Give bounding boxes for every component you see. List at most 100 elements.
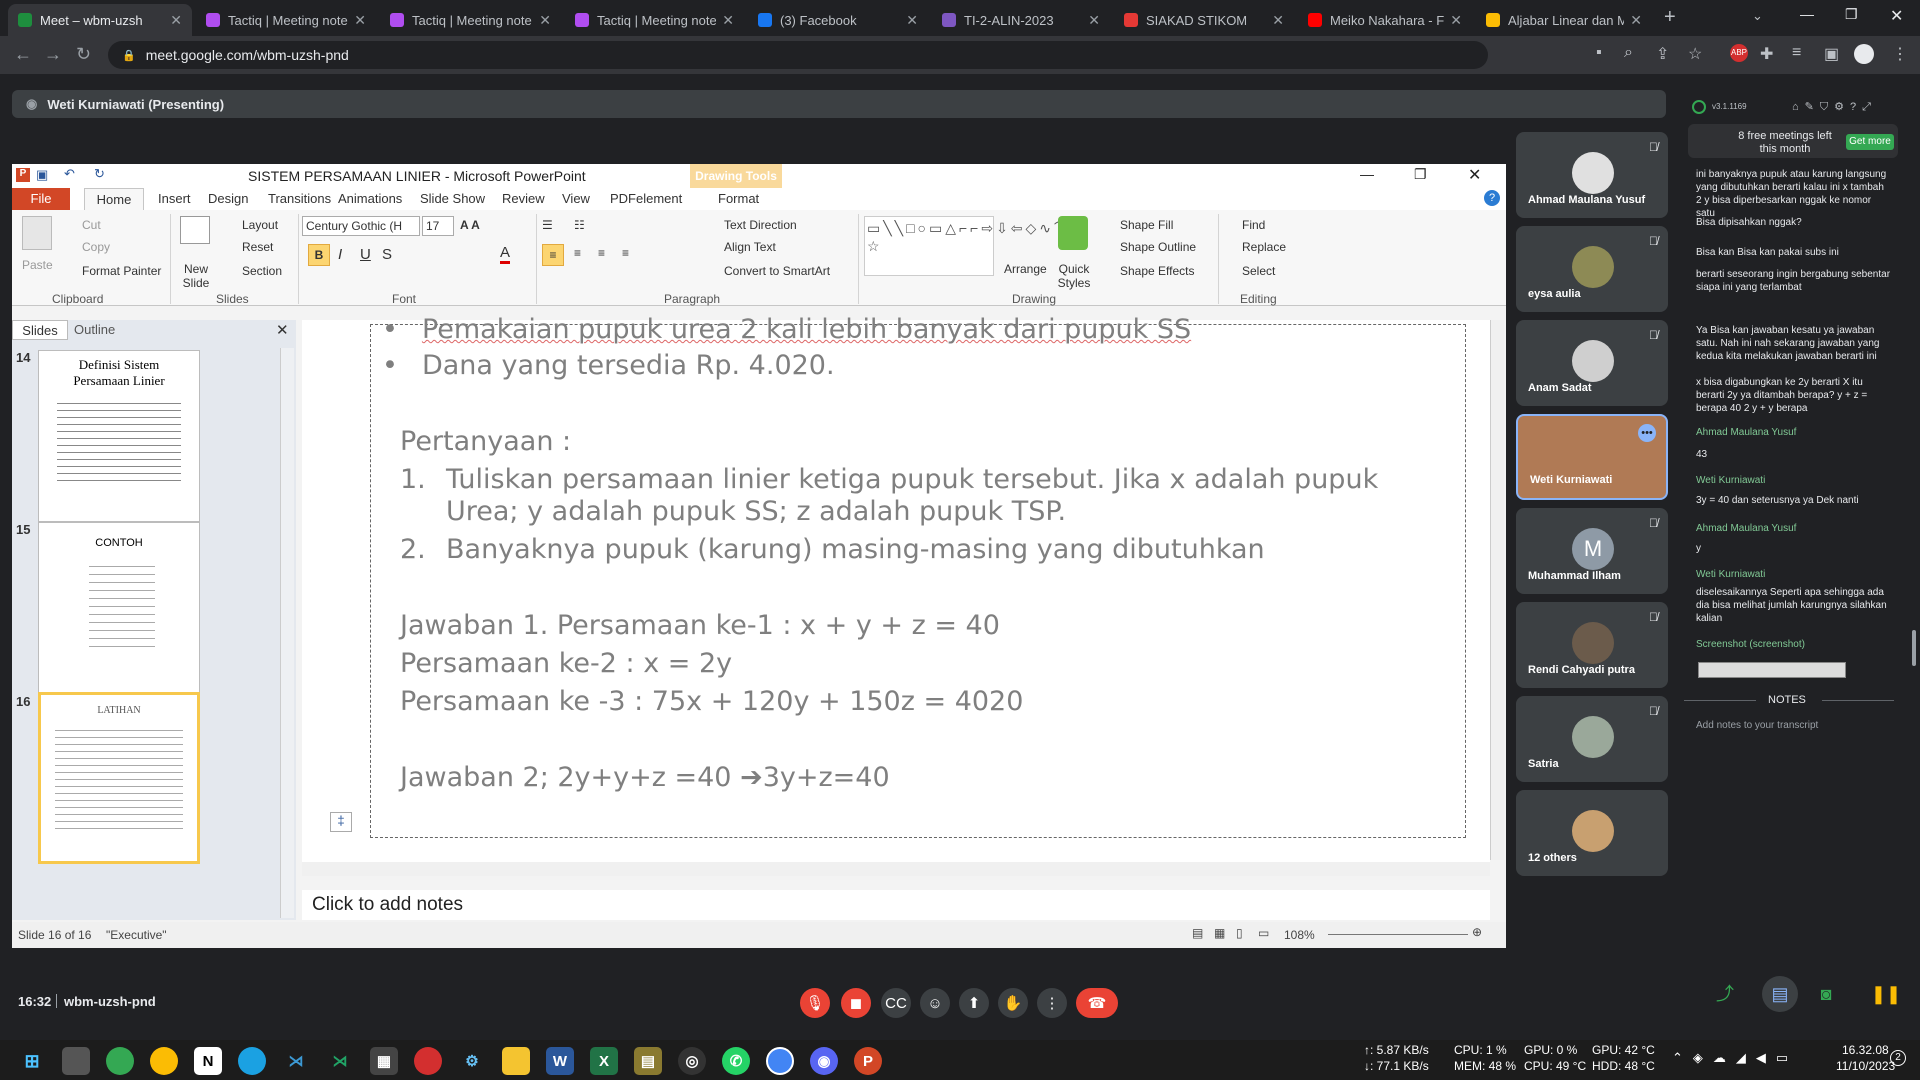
- close-tab-icon[interactable]: ✕: [722, 12, 734, 29]
- reset-button[interactable]: Reset: [242, 240, 273, 254]
- cut-button[interactable]: Cut: [82, 218, 101, 232]
- paste-icon[interactable]: [22, 216, 52, 250]
- powerpoint-icon[interactable]: P: [854, 1047, 882, 1075]
- tab-slide-show[interactable]: Slide Show: [420, 191, 485, 206]
- reload-icon[interactable]: ↻: [76, 44, 91, 65]
- leave-call-button[interactable]: ☎: [1076, 988, 1118, 1018]
- text-placeholder-box[interactable]: [370, 324, 1466, 838]
- extensions-icon[interactable]: ✚: [1760, 44, 1773, 64]
- close-pane-icon[interactable]: ✕: [276, 321, 289, 339]
- font-name-select[interactable]: Century Gothic (H: [302, 216, 420, 236]
- file-explorer-icon[interactable]: [502, 1047, 530, 1075]
- text-direction-button[interactable]: Text Direction: [724, 218, 797, 232]
- panel-scrollbar-thumb[interactable]: [1912, 630, 1916, 666]
- whatsapp-icon[interactable]: ✆: [722, 1047, 750, 1075]
- captions-button[interactable]: CC: [881, 988, 911, 1018]
- participant-tile[interactable]: 🎙̸ Satria: [1516, 696, 1668, 782]
- edge-icon[interactable]: [238, 1047, 266, 1075]
- share-icon[interactable]: ⇪: [1656, 44, 1669, 64]
- align-right-icon[interactable]: ≡: [598, 246, 605, 260]
- app-icon[interactable]: ▦: [370, 1047, 398, 1075]
- section-button[interactable]: Section: [242, 264, 282, 278]
- task-view-icon[interactable]: [62, 1047, 90, 1075]
- participant-tile[interactable]: M 🎙̸ Muhammad Ilham: [1516, 508, 1668, 594]
- zoom-in-icon[interactable]: ⊕: [1472, 925, 1482, 939]
- participant-tile[interactable]: 🎙̸ Anam Sadat: [1516, 320, 1668, 406]
- browser-tab[interactable]: Tactiq | Meeting note ✕: [565, 4, 744, 36]
- close-tab-icon[interactable]: ✕: [1450, 12, 1462, 29]
- extension-abp-icon[interactable]: ABP: [1730, 44, 1748, 62]
- font-size-select[interactable]: 17: [422, 216, 454, 236]
- convert-smartart-button[interactable]: Convert to SmartArt: [724, 264, 830, 278]
- close-window-button[interactable]: ✕: [1890, 6, 1903, 26]
- chrome-icon[interactable]: [150, 1047, 178, 1075]
- chrome-active-icon[interactable]: [766, 1047, 794, 1075]
- reading-view-icon[interactable]: ▯: [1236, 926, 1243, 940]
- word-icon[interactable]: W: [546, 1047, 574, 1075]
- browser-tab[interactable]: Aljabar Linear dan M ✕: [1476, 4, 1652, 36]
- font-color-icon[interactable]: A: [500, 244, 511, 264]
- shadow-button[interactable]: S: [382, 246, 392, 263]
- align-text-button[interactable]: Align Text: [724, 240, 776, 254]
- share-icon[interactable]: ⤴: [1706, 980, 1744, 1008]
- chrome-icon[interactable]: [106, 1047, 134, 1075]
- close-tab-icon[interactable]: ✕: [539, 12, 551, 29]
- screenshot-camera-icon[interactable]: ◙: [1808, 976, 1844, 1012]
- numbering-icon[interactable]: ☷: [574, 218, 585, 232]
- slides-pane-tab[interactable]: Slides: [12, 320, 68, 340]
- raise-hand-button[interactable]: ✋: [998, 988, 1028, 1018]
- slideshow-view-icon[interactable]: ▭: [1258, 926, 1269, 940]
- media-icon[interactable]: ≡: [1792, 44, 1801, 62]
- undo-icon[interactable]: ↶: [64, 166, 75, 182]
- new-tab-button[interactable]: +: [1664, 6, 1676, 29]
- shape-outline-button[interactable]: Shape Outline: [1120, 240, 1196, 254]
- slide-thumbnail[interactable]: CONTOH: [38, 522, 200, 694]
- format-painter-button[interactable]: Format Painter: [82, 264, 161, 278]
- participant-tile[interactable]: ••• Weti Kurniawati: [1516, 414, 1668, 500]
- zoom-slider[interactable]: [1328, 934, 1468, 935]
- new-slide-button[interactable]: New Slide: [176, 262, 216, 290]
- sorter-view-icon[interactable]: ▦: [1214, 926, 1225, 940]
- document-icon[interactable]: ▤: [1762, 976, 1798, 1012]
- tab-format[interactable]: Format: [718, 191, 759, 206]
- notification-badge[interactable]: 2: [1890, 1050, 1906, 1066]
- tab-design[interactable]: Design: [208, 191, 248, 206]
- start-button[interactable]: ⊞: [18, 1047, 46, 1075]
- normal-view-icon[interactable]: ▤: [1192, 926, 1203, 940]
- app-icon[interactable]: ▤: [634, 1047, 662, 1075]
- notion-icon[interactable]: N: [194, 1047, 222, 1075]
- browser-tab[interactable]: Tactiq | Meeting note ✕: [196, 4, 376, 36]
- paste-button[interactable]: Paste: [22, 258, 53, 272]
- autofit-icon[interactable]: ‡: [330, 812, 352, 832]
- redo-icon[interactable]: ↻: [94, 166, 105, 182]
- back-icon[interactable]: ←: [14, 44, 32, 65]
- panel-toolbar-icons[interactable]: ⌂✎⛉⚙?⤢: [1792, 100, 1877, 114]
- sidebar-icon[interactable]: ▣: [1824, 44, 1839, 64]
- new-slide-icon[interactable]: [180, 216, 210, 244]
- get-more-button[interactable]: Get more: [1846, 134, 1894, 150]
- minimize-window-button[interactable]: —: [1800, 6, 1814, 22]
- arrange-button[interactable]: Arrange: [1004, 262, 1047, 276]
- address-bar[interactable]: 🔒 meet.google.com/wbm-uzsh-pnd: [108, 41, 1488, 69]
- slide-horizontal-scrollbar[interactable]: [302, 862, 1490, 876]
- visual-studio-icon[interactable]: ⋊: [326, 1047, 354, 1075]
- restore-window-button[interactable]: ❐: [1845, 6, 1858, 23]
- menu-icon[interactable]: ⋮: [1892, 44, 1908, 64]
- copy-button[interactable]: Copy: [82, 240, 110, 254]
- bullets-icon[interactable]: ☰: [542, 218, 553, 232]
- browser-tab[interactable]: (3) Facebook ✕: [748, 4, 928, 36]
- emoji-button[interactable]: ☺: [920, 988, 950, 1018]
- ppt-minimize-button[interactable]: —: [1360, 166, 1374, 182]
- shape-fill-button[interactable]: Shape Fill: [1120, 218, 1173, 232]
- ppt-restore-button[interactable]: ❐: [1414, 166, 1427, 183]
- slide-thumbnail-selected[interactable]: LATIHAN: [38, 692, 200, 864]
- tray-icons[interactable]: ⌃◈☁◢◀▭: [1672, 1050, 1798, 1066]
- align-left-button[interactable]: ≡: [542, 244, 564, 266]
- find-button[interactable]: Find: [1242, 218, 1265, 232]
- tab-transitions[interactable]: Transitions: [268, 191, 331, 206]
- pause-icon[interactable]: ❚❚: [1868, 976, 1904, 1012]
- align-center-icon[interactable]: ≡: [574, 246, 581, 260]
- forward-icon[interactable]: →: [44, 44, 62, 65]
- camera-icon[interactable]: ▪: [1596, 44, 1602, 62]
- participant-tile[interactable]: 🎙̸ Rendi Cahyadi putra: [1516, 602, 1668, 688]
